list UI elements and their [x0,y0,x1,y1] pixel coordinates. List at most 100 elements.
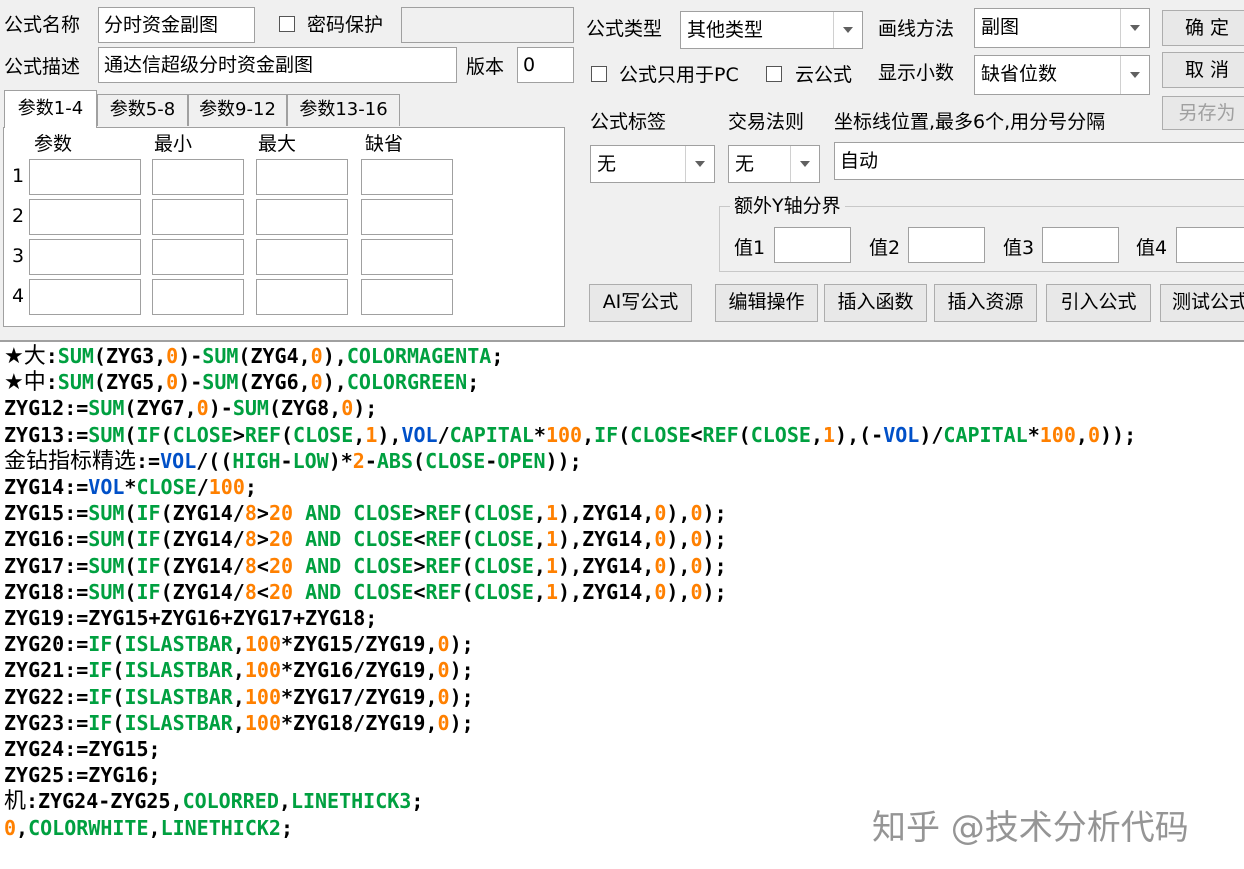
code-token: )/ [919,422,944,447]
code-token: ZYG25:=ZYG16; [4,763,161,788]
code-token: ( [738,422,751,447]
code-token: ),ZYG14, [558,579,655,604]
code-token: ISLASTBAR [124,632,233,657]
code-token: ( [461,553,474,578]
yaxis-value1-input[interactable] [774,227,851,263]
code-token: 1 [545,527,559,552]
param-min-input[interactable] [152,239,244,275]
code-line: ★中:SUM(ZYG5,0)-SUM(ZYG6,0),COLORGREEN; [4,369,479,395]
code-line: ZYG20:=IF(ISLASTBAR,100*ZYG15/ZYG19,0); [4,631,474,657]
chevron-down-icon[interactable] [1120,56,1149,94]
code-token: SUM [202,344,239,368]
code-line: 0,COLORWHITE,LINETHICK2; [4,815,293,841]
chevron-down-icon[interactable] [685,146,714,182]
code-token: IF [136,422,161,447]
code-token: VOL [88,475,125,499]
tab-params-13-16[interactable]: 参数13-16 [287,94,400,126]
chevron-down-icon[interactable] [1120,9,1149,47]
code-token: 0 [166,370,179,395]
param-default-input[interactable] [361,199,453,235]
code-token: CLOSE [353,527,414,552]
edit-operations-button[interactable]: 编辑操作 [715,284,818,322]
yaxis-value2-label: 值2 [869,237,901,259]
formula-name-input[interactable]: 分时资金副图 [98,7,255,43]
code-token: > [232,422,245,447]
code-token: 0 [690,579,703,604]
param-min-input[interactable] [152,159,244,195]
param-name-input[interactable] [29,159,141,195]
draw-method-select[interactable]: 副图 [974,8,1150,48]
code-token: )- [178,344,203,368]
ai-write-formula-button[interactable]: AI写公式 [589,284,692,322]
code-token: < [690,422,703,447]
pc-only-checkbox[interactable] [591,66,607,82]
param-name-input[interactable] [29,279,141,315]
ok-button[interactable]: 确 定 [1162,10,1244,46]
code-token: CLOSE [425,448,486,473]
test-formula-button[interactable]: 测试公式 [1160,284,1244,322]
code-token: 0 [437,632,450,657]
code-line: ZYG13:=SUM(IF(CLOSE>REF(CLOSE,1),VOL/CAP… [4,422,1136,448]
param-max-input[interactable] [256,199,348,235]
chevron-down-icon[interactable] [833,12,862,48]
cloud-checkbox[interactable] [766,66,782,82]
insert-resource-button[interactable]: 插入资源 [934,284,1037,322]
yaxis-value3-input[interactable] [1042,227,1119,263]
version-input[interactable]: 0 [517,47,574,83]
yaxis-value2-input[interactable] [908,227,985,263]
tab-params-5-8[interactable]: 参数5-8 [97,94,188,126]
decimals-select[interactable]: 缺省位数 [974,55,1150,95]
formula-tag-select[interactable]: 无 [590,145,715,183]
code-token: ( [112,684,125,709]
trade-rule-select[interactable]: 无 [728,145,820,183]
code-token: 1 [545,501,559,526]
code-token: , [232,632,245,657]
password-checkbox[interactable] [279,16,295,32]
param-default-input[interactable] [361,279,453,315]
param-max-input[interactable] [256,159,348,195]
import-formula-button[interactable]: 引入公式 [1046,284,1151,322]
extra-yaxis-group-label: 额外Y轴分界 [730,194,845,218]
code-token: )); [1099,422,1137,447]
param-min-input[interactable] [152,279,244,315]
param-min-input[interactable] [152,199,244,235]
param-default-input[interactable] [361,239,453,275]
code-token: 0 [690,553,703,578]
code-line: 机:ZYG24-ZYG25,COLORRED,LINETHICK3; [4,788,423,814]
param-max-input[interactable] [256,239,348,275]
code-token: CLOSE [136,475,197,499]
formula-desc-input[interactable]: 通达信超级分时资金副图 [98,47,457,83]
param-default-input[interactable] [361,159,453,195]
code-token: ); [449,684,474,709]
axis-position-input[interactable]: 自动 [834,142,1244,180]
decimals-label: 显示小数 [878,62,955,84]
param-name-input[interactable] [29,199,141,235]
insert-function-button[interactable]: 插入函数 [824,284,927,322]
code-line: ★大:SUM(ZYG3,0)-SUM(ZYG4,0),COLORMAGENTA; [4,343,503,369]
pc-only-label: 公式只用于PC [619,64,739,86]
yaxis-value4-input[interactable] [1176,227,1244,263]
formula-type-select[interactable]: 其他类型 [680,11,863,49]
param-max-input[interactable] [256,279,348,315]
formula-code-editor[interactable]: ★大:SUM(ZYG3,0)-SUM(ZYG4,0),COLORMAGENTA;… [0,340,1244,869]
extra-yaxis-group: 额外Y轴分界 值1 值2 值3 值4 [719,194,1244,272]
param-name-input[interactable] [29,239,141,275]
code-token: SUM [232,396,269,421]
chevron-down-icon[interactable] [790,146,819,182]
code-token: ), [322,344,347,368]
password-input[interactable] [401,7,574,43]
cancel-button[interactable]: 取 消 [1162,52,1244,88]
code-token: ZYG19:=ZYG15+ZYG16+ZYG17+ZYG18; [4,606,378,630]
code-token: CLOSE [473,527,534,552]
code-token: ; [244,475,257,499]
code-token: CLOSE [353,501,414,526]
tab-params-9-12[interactable]: 参数9-12 [188,94,287,126]
save-as-button[interactable]: 另存为 [1162,96,1244,130]
version-label: 版本 [466,56,505,78]
code-line: ZYG23:=IF(ISLASTBAR,100*ZYG18/ZYG19,0); [4,710,474,736]
code-token: < [256,579,269,604]
tab-params-1-4[interactable]: 参数1-4 [4,90,97,128]
